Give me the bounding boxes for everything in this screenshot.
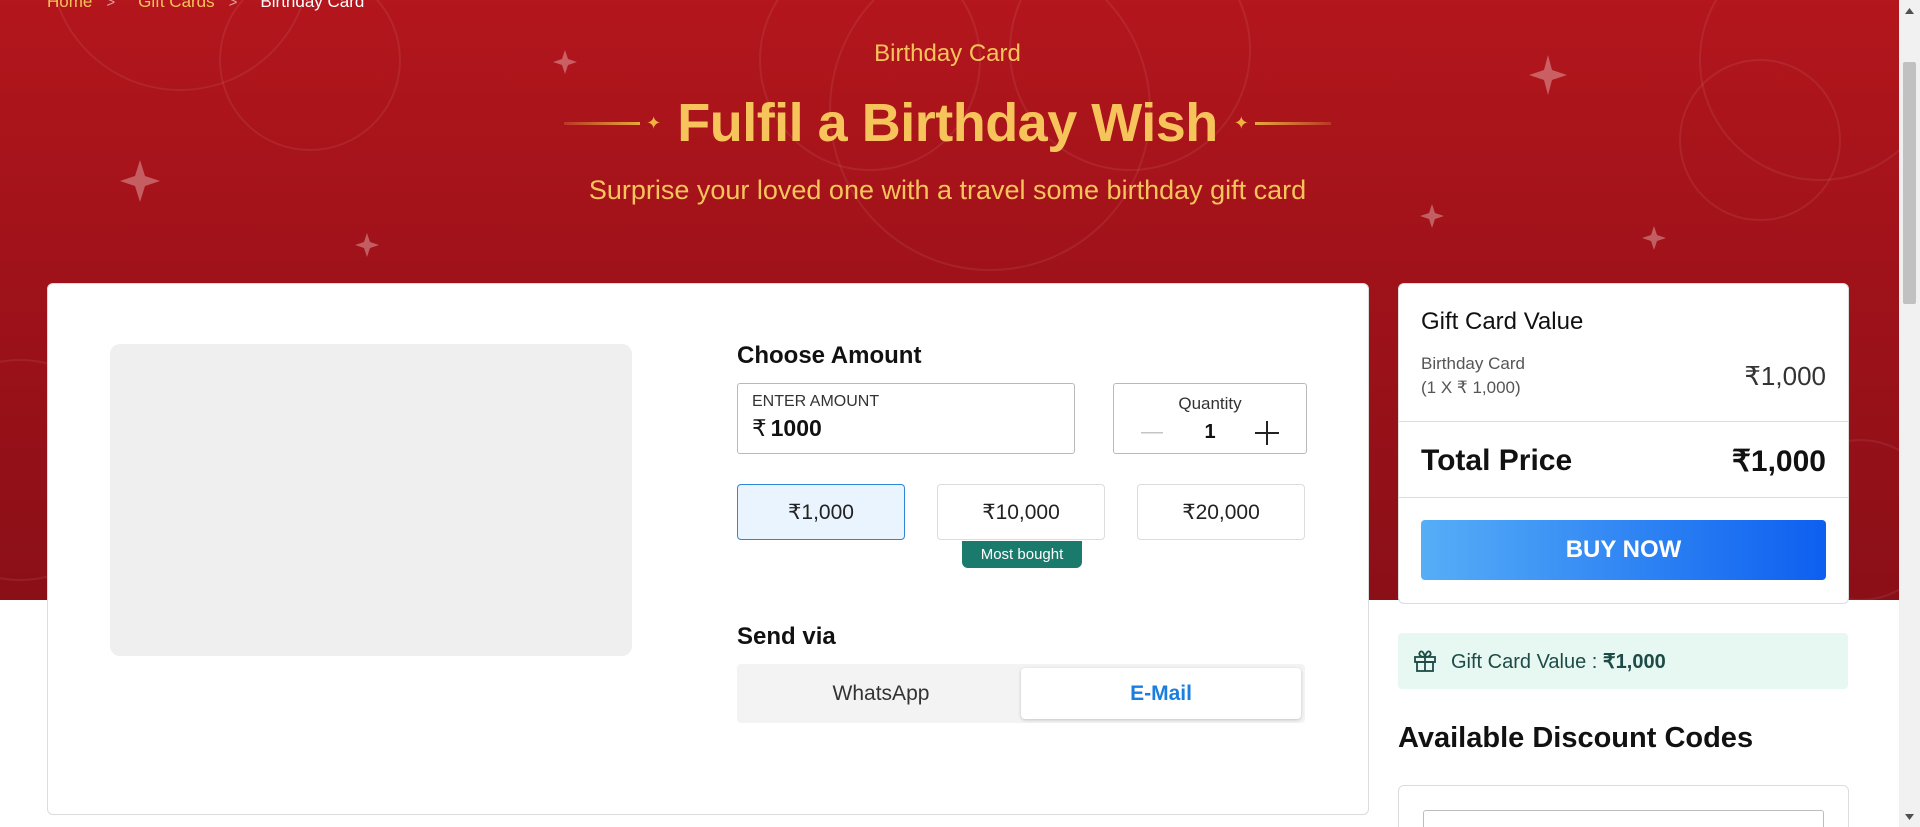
plus-icon[interactable] — [1253, 419, 1281, 447]
amount-input-value[interactable]: ₹1000 — [752, 415, 822, 442]
quantity-stepper: Quantity 1 — [1113, 383, 1307, 454]
amount-input-label: ENTER AMOUNT — [752, 393, 880, 410]
quantity-value: 1 — [1204, 421, 1216, 443]
gift-icon — [1412, 647, 1438, 678]
rupee-symbol: ₹ — [752, 415, 767, 441]
total-price-value: ₹1,000 — [1731, 445, 1826, 478]
send-via-whatsapp[interactable]: WhatsApp — [741, 668, 1021, 719]
sparkle-icon: ✦ — [646, 112, 662, 133]
breadcrumb-current: Birthday Card — [260, 0, 365, 11]
send-via-email[interactable]: E-Mail — [1021, 668, 1301, 719]
card-preview-image — [110, 344, 632, 656]
send-via-toggle: WhatsApp E-Mail — [737, 664, 1305, 723]
caret-down-icon[interactable] — [1899, 806, 1920, 827]
total-price-label: Total Price — [1421, 444, 1573, 477]
scrollbar-thumb[interactable] — [1903, 62, 1916, 304]
minus-icon[interactable] — [1138, 419, 1166, 447]
amount-input[interactable]: ENTER AMOUNT ₹1000 — [737, 383, 1075, 454]
summary-divider — [1399, 421, 1848, 422]
summary-divider — [1399, 497, 1848, 498]
breadcrumb-home-link[interactable]: Home — [47, 0, 92, 12]
caret-up-icon[interactable] — [1899, 0, 1920, 21]
order-summary: Gift Card Value Birthday Card (1 X ₹ 1,0… — [1398, 283, 1849, 604]
most-bought-badge: Most bought — [962, 541, 1082, 568]
summary-title: Gift Card Value — [1421, 308, 1584, 335]
page: Home > Gift Cards > Birthday Card Birthd… — [0, 0, 1899, 827]
summary-item-price: ₹1,000 — [1744, 361, 1826, 391]
breadcrumb-gift-cards-link[interactable]: Gift Cards — [138, 0, 215, 12]
amount-option-10000[interactable]: ₹10,000 — [937, 484, 1105, 540]
chevron-right-icon: > — [228, 0, 238, 11]
sparkle-icon: ✦ — [1233, 112, 1249, 133]
gift-card-value-text: Gift Card Value : ₹1,000 — [1451, 649, 1666, 674]
headline-row: ✦ Fulfil a Birthday Wish ✦ — [0, 92, 1895, 154]
gift-card-value-label: Gift Card Value : — [1451, 651, 1603, 673]
headline-rule-left — [564, 121, 641, 125]
quantity-label: Quantity — [1178, 394, 1242, 413]
headline-rule-right — [1254, 121, 1331, 125]
discount-codes-title: Available Discount Codes — [1398, 722, 1754, 754]
gift-card-value-strip: Gift Card Value : ₹1,000 — [1398, 633, 1848, 689]
summary-item-label: Birthday Card — [1421, 354, 1525, 373]
discount-codes-panel — [1398, 785, 1849, 827]
page-title: Fulfil a Birthday Wish — [677, 93, 1218, 153]
amount-value-text: 1000 — [770, 415, 822, 441]
summary-item-detail: (1 X ₹ 1,000) — [1421, 378, 1521, 397]
gift-card-form: Choose Amount ENTER AMOUNT ₹1000 Quantit… — [47, 283, 1369, 815]
gift-card-value-amount: ₹1,000 — [1602, 651, 1666, 673]
amount-option-1000[interactable]: ₹1,000 — [737, 484, 905, 540]
hero-subtitle: Surprise your loved one with a travel so… — [588, 175, 1307, 205]
hero-eyebrow: Birthday Card — [874, 40, 1021, 67]
buy-now-button[interactable]: BUY NOW — [1421, 520, 1826, 580]
amount-option-20000[interactable]: ₹20,000 — [1137, 484, 1305, 540]
chevron-right-icon: > — [106, 0, 116, 11]
discount-code-input[interactable] — [1423, 810, 1824, 827]
send-via-title: Send via — [737, 623, 836, 650]
vertical-scrollbar[interactable] — [1899, 0, 1920, 827]
breadcrumb: Home > Gift Cards > Birthday Card — [47, 0, 364, 12]
choose-amount-title: Choose Amount — [737, 342, 922, 369]
